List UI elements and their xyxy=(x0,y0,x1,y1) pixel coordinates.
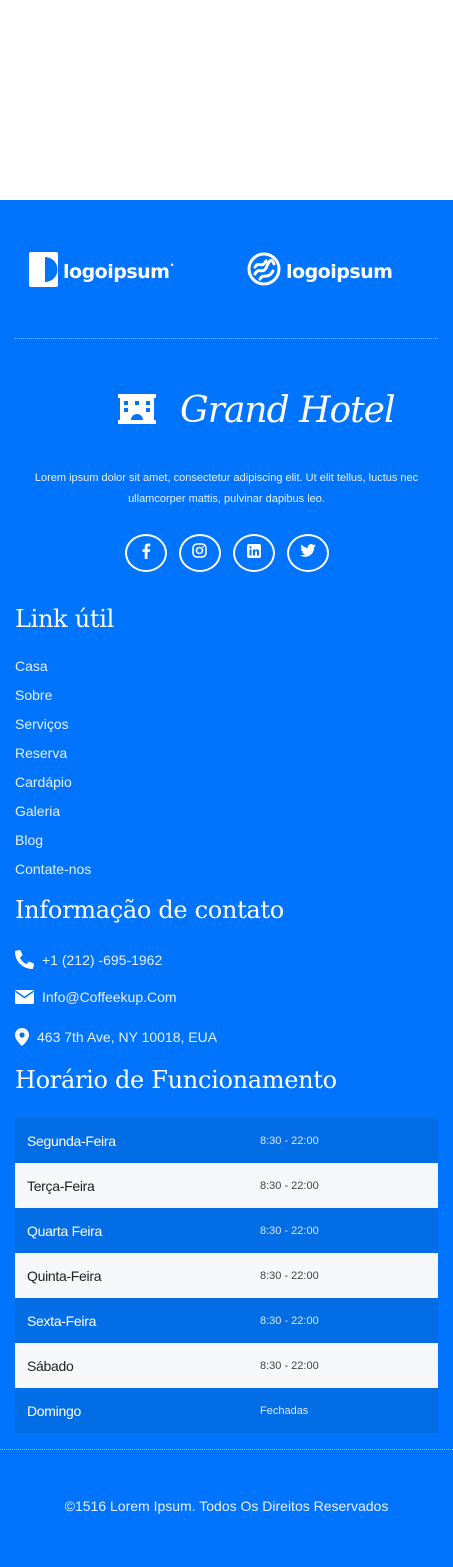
instagram-icon xyxy=(192,543,207,563)
link-reserva[interactable]: Reserva xyxy=(15,744,91,773)
partner-logo-1[interactable]: logoipsum • xyxy=(29,252,174,292)
hours-day: Terça-Feira xyxy=(27,1177,95,1194)
hours-row: Sábado 8:30 - 22:00 xyxy=(15,1343,438,1388)
useful-links-list: Casa Sobre Serviços Reserva Cardápio Gal… xyxy=(15,657,91,889)
contact-address[interactable]: 463 7th Ave, NY 10018, EUA xyxy=(15,1028,217,1046)
link-sobre[interactable]: Sobre xyxy=(15,686,91,715)
partner-logo-2[interactable]: logoipsum xyxy=(247,252,393,291)
instagram-link[interactable] xyxy=(178,534,221,572)
hours-row: Domingo Fechadas xyxy=(15,1388,438,1433)
link-galeria[interactable]: Galeria xyxy=(15,802,91,831)
hours-heading: Horário de Funcionamento xyxy=(15,1066,337,1094)
hours-day: Sábado xyxy=(27,1357,74,1374)
contact-phone[interactable]: +1 (212) -695-1962 xyxy=(15,950,162,969)
hours-row: Segunda-Feira 8:30 - 22:00 xyxy=(15,1118,438,1163)
contact-email-text: Info@Coffeekup.Com xyxy=(42,989,177,1005)
footer-divider-top xyxy=(15,338,438,339)
hours-time: 8:30 - 22:00 xyxy=(260,1359,319,1372)
link-cardapio[interactable]: Cardápio xyxy=(15,773,91,802)
contact-email[interactable]: Info@Coffeekup.Com xyxy=(15,989,177,1005)
hotel-building-icon xyxy=(118,392,156,429)
map-pin-icon xyxy=(15,1028,29,1046)
hours-day: Quarta Feira xyxy=(27,1222,102,1239)
logo-2-text: logoipsum xyxy=(286,260,393,283)
link-servicos[interactable]: Serviços xyxy=(15,715,91,744)
linkedin-icon xyxy=(246,543,261,563)
useful-links-heading: Link útil xyxy=(15,605,114,633)
hours-time: 8:30 - 22:00 xyxy=(260,1269,319,1282)
opening-hours-table: Segunda-Feira 8:30 - 22:00 Terça-Feira 8… xyxy=(15,1118,438,1433)
facebook-link[interactable] xyxy=(124,534,167,572)
logo-1-text: logoipsum xyxy=(63,261,170,283)
footer-brand[interactable]: Grand Hotel xyxy=(118,390,395,431)
social-links xyxy=(0,534,453,572)
hours-day: Sexta-Feira xyxy=(27,1312,97,1329)
hours-day: Domingo xyxy=(27,1402,81,1419)
hours-day: Quinta-Feira xyxy=(27,1267,102,1284)
logoipsum-mark-2-icon xyxy=(247,252,281,291)
hours-time: 8:30 - 22:00 xyxy=(260,1314,319,1327)
logo-1-dot: • xyxy=(170,260,174,270)
twitter-icon xyxy=(299,544,316,562)
brand-name: Grand Hotel xyxy=(180,390,395,431)
envelope-icon xyxy=(15,990,34,1004)
link-blog[interactable]: Blog xyxy=(15,831,91,860)
hours-time: Fechadas xyxy=(260,1404,309,1417)
twitter-link[interactable] xyxy=(286,534,329,572)
hours-day: Segunda-Feira xyxy=(27,1132,116,1149)
footer-divider-bottom xyxy=(0,1449,453,1450)
hours-row: Terça-Feira 8:30 - 22:00 xyxy=(15,1163,438,1208)
hours-row: Sexta-Feira 8:30 - 22:00 xyxy=(15,1298,438,1343)
top-blank-area xyxy=(0,0,453,200)
contact-phone-text: +1 (212) -695-1962 xyxy=(42,951,163,968)
hours-row: Quarta Feira 8:30 - 22:00 xyxy=(15,1208,438,1253)
hours-time: 8:30 - 22:00 xyxy=(260,1179,319,1192)
contact-address-text: 463 7th Ave, NY 10018, EUA xyxy=(37,1029,218,1045)
logoipsum-mark-1-icon xyxy=(29,252,58,292)
hours-row: Quinta-Feira 8:30 - 22:00 xyxy=(15,1253,438,1298)
link-contate-nos[interactable]: Contate-nos xyxy=(15,860,91,889)
site-footer: logoipsum • logoipsum Grand Hotel Lorem … xyxy=(0,200,453,1567)
link-casa[interactable]: Casa xyxy=(15,657,91,686)
phone-icon xyxy=(15,950,34,969)
copyright-text: ©1516 Lorem Ipsum. Todos Os Direitos Res… xyxy=(64,1498,389,1514)
linkedin-link[interactable] xyxy=(232,534,275,572)
hours-time: 8:30 - 22:00 xyxy=(260,1134,319,1147)
hours-time: 8:30 - 22:00 xyxy=(260,1224,319,1237)
facebook-icon xyxy=(141,543,151,564)
footer-description: Lorem ipsum dolor sit amet, consectetur … xyxy=(34,472,419,505)
contact-heading: Informação de contato xyxy=(15,896,284,924)
